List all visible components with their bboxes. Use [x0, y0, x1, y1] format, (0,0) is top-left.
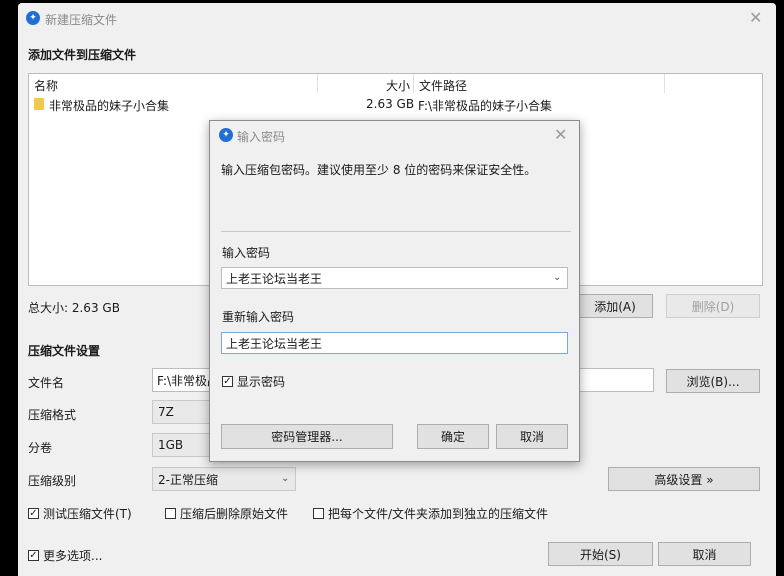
filename-label: 文件名 — [28, 376, 65, 390]
app-icon: ✦ — [26, 11, 40, 25]
option-label: 测试压缩文件(T) — [43, 507, 132, 521]
window-title: 新建压缩文件 — [45, 13, 118, 27]
option-label: 压缩后删除原始文件 — [180, 507, 289, 521]
password-manager-button[interactable]: 密码管理器... — [221, 424, 393, 449]
reenter-value: 上老王论坛当老王 — [226, 336, 323, 351]
level-select[interactable]: 2-正常压缩 ⌄ — [152, 467, 296, 491]
column-divider[interactable] — [317, 74, 318, 93]
column-size-header[interactable]: 大小 — [386, 77, 410, 94]
checkbox-show-password[interactable]: ✓ — [222, 376, 233, 387]
list-header: 名称 大小 文件路径 — [29, 74, 762, 94]
file-name: 非常极品的妹子小合集 — [49, 99, 170, 113]
show-password-label: 显示密码 — [237, 375, 286, 389]
reenter-password-input[interactable]: 上老王论坛当老王 — [221, 332, 568, 354]
dialog-cancel-button[interactable]: 取消 — [496, 424, 568, 449]
column-path-header[interactable]: 文件路径 — [419, 77, 467, 94]
section-add-title: 添加文件到压缩文件 — [28, 48, 137, 62]
dialog-title-bar: ✦ 输入密码 ✕ — [210, 121, 579, 149]
title-bar: ✦ 新建压缩文件 ✕ — [18, 3, 776, 33]
password-value: 上老王论坛当老王 — [226, 271, 323, 286]
level-value: 2-正常压缩 — [158, 472, 218, 487]
delete-button[interactable]: 删除(D) — [666, 294, 760, 318]
browse-button[interactable]: 浏览(B)... — [666, 369, 760, 393]
checkbox-separate-archives[interactable] — [313, 508, 324, 519]
ok-button[interactable]: 确定 — [417, 424, 489, 449]
option-delete-after[interactable]: 压缩后删除原始文件 — [165, 505, 288, 522]
reenter-label: 重新输入密码 — [222, 310, 295, 324]
format-label: 压缩格式 — [28, 408, 77, 422]
option-test-archive[interactable]: ✓ 测试压缩文件(T) — [28, 505, 132, 522]
close-icon[interactable]: ✕ — [749, 10, 762, 26]
app-icon: ✦ — [219, 128, 233, 142]
dialog-description: 输入压缩包密码。建议使用至少 8 位的密码来保证安全性。 — [221, 163, 537, 177]
cancel-button[interactable]: 取消 — [658, 542, 751, 566]
dialog-title: 输入密码 — [237, 130, 286, 144]
advanced-settings-button[interactable]: 高级设置 » — [608, 467, 760, 491]
file-path: F:\非常极品的妹子小合集 — [418, 99, 553, 113]
more-options-label: 更多选项... — [43, 549, 103, 563]
volume-label: 分卷 — [28, 441, 53, 455]
start-button[interactable]: 开始(S) — [548, 542, 653, 566]
settings-header: 压缩文件设置 — [28, 344, 101, 358]
checkbox-delete-after[interactable] — [165, 508, 176, 519]
column-name-header[interactable]: 名称 — [34, 77, 58, 94]
file-size: 2.63 GB — [366, 97, 415, 111]
chevron-down-icon: ⌄ — [281, 473, 290, 484]
chevron-down-icon[interactable]: ⌄ — [553, 272, 561, 283]
column-divider[interactable] — [664, 74, 665, 93]
checkbox-more-options[interactable]: ✓ — [28, 550, 39, 561]
level-label: 压缩级别 — [28, 474, 77, 488]
add-button[interactable]: 添加(A) — [577, 294, 653, 318]
password-label: 输入密码 — [222, 246, 271, 260]
column-divider[interactable] — [413, 74, 414, 93]
volume-value: 1GB — [158, 438, 184, 452]
table-row[interactable]: 非常极品的妹子小合集 2.63 GB F:\非常极品的妹子小合集 — [29, 95, 762, 113]
option-separate-archives[interactable]: 把每个文件/文件夹添加到独立的压缩文件 — [313, 505, 548, 522]
total-size: 总大小: 2.63 GB — [28, 301, 120, 315]
more-options[interactable]: ✓ 更多选项... — [28, 547, 102, 564]
show-password-option[interactable]: ✓ 显示密码 — [222, 373, 285, 390]
divider — [221, 231, 571, 232]
close-icon[interactable]: ✕ — [554, 127, 567, 143]
option-label: 把每个文件/文件夹添加到独立的压缩文件 — [328, 507, 549, 521]
password-dialog: ✦ 输入密码 ✕ 输入压缩包密码。建议使用至少 8 位的密码来保证安全性。 输入… — [209, 120, 580, 462]
format-value: 7Z — [158, 405, 174, 419]
password-input[interactable]: 上老王论坛当老王 ⌄ — [221, 267, 568, 289]
folder-icon — [34, 98, 44, 110]
checkbox-test-archive[interactable]: ✓ — [28, 508, 39, 519]
